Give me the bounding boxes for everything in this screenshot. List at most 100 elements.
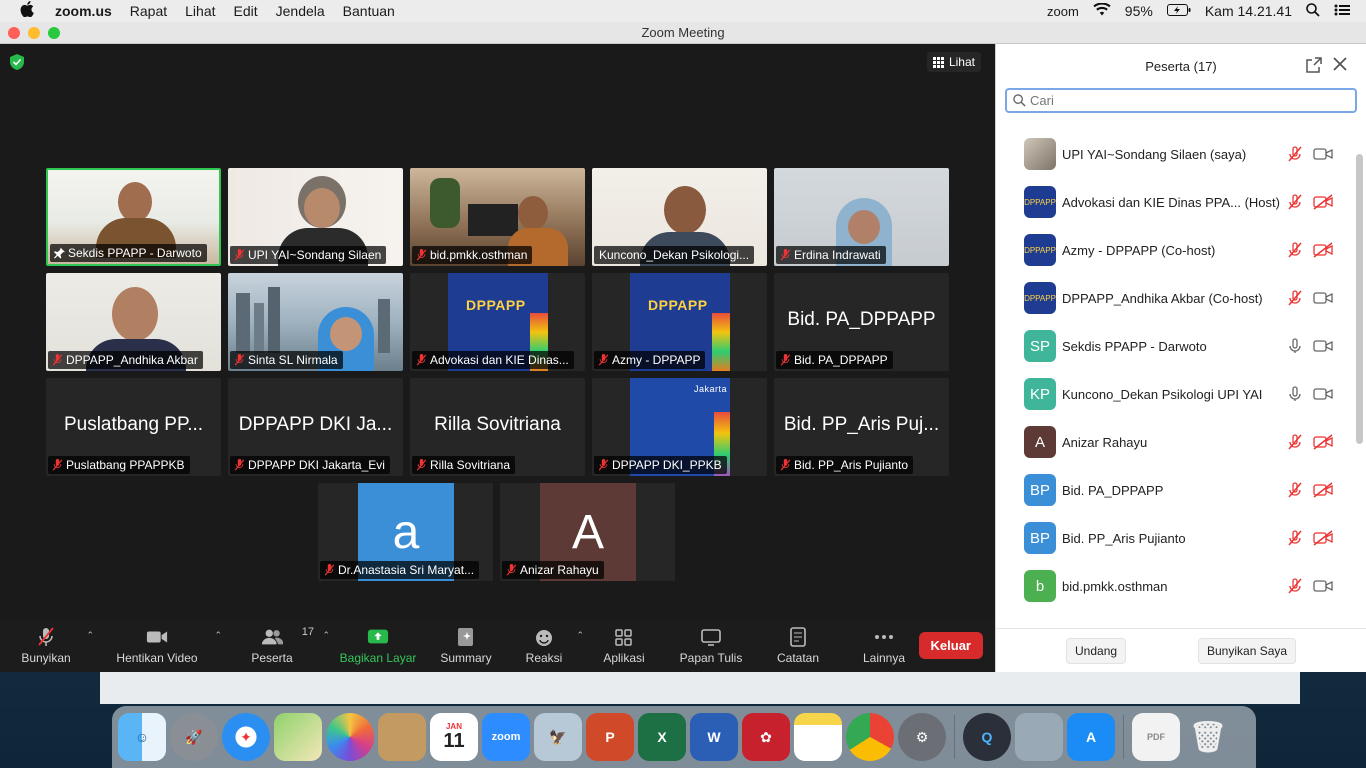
muted-mic-icon[interactable] bbox=[1287, 578, 1303, 594]
participant-row[interactable]: KP Kuncono_Dekan Psikologi UPI YAI bbox=[996, 370, 1353, 418]
popout-icon[interactable] bbox=[1306, 57, 1322, 73]
photos-icon[interactable] bbox=[326, 713, 374, 761]
muted-mic-icon[interactable] bbox=[1287, 146, 1303, 162]
powerpoint-icon[interactable]: P bbox=[586, 713, 634, 761]
preview-icon[interactable]: 🦅 bbox=[534, 713, 582, 761]
participant-row[interactable]: b bid.pmkk.osthman bbox=[996, 562, 1353, 610]
video-tile[interactable]: DPPAPP_Andhika Akbar bbox=[46, 273, 221, 371]
minimize-window-button[interactable] bbox=[28, 27, 40, 39]
video-tile[interactable]: Puslatbang PP... Puslatbang PPAPPKB bbox=[46, 378, 221, 476]
app-store-icon[interactable]: A bbox=[1067, 713, 1115, 761]
finder-icon[interactable]: ☺ bbox=[118, 713, 166, 761]
system-preferences-icon[interactable]: ⚙ bbox=[898, 713, 946, 761]
participant-row[interactable]: SP Sekdis PPAPP - Darwoto bbox=[996, 322, 1353, 370]
excel-icon[interactable]: X bbox=[638, 713, 686, 761]
menu-rapat[interactable]: Rapat bbox=[121, 3, 176, 19]
participant-row[interactable]: DPPAPP DPPAPP_Andhika Akbar (Co-host) bbox=[996, 274, 1353, 322]
chrome-icon[interactable] bbox=[846, 713, 894, 761]
safari-icon[interactable]: ✦ bbox=[222, 713, 270, 761]
video-off-icon[interactable] bbox=[1313, 530, 1333, 546]
video-camera-icon[interactable] bbox=[1313, 290, 1333, 306]
fullscreen-window-button[interactable] bbox=[48, 27, 60, 39]
mute-button[interactable]: Bunyikan ⌃ bbox=[8, 620, 94, 672]
spotlight-icon[interactable] bbox=[1306, 2, 1320, 20]
apps-button[interactable]: Aplikasi bbox=[596, 620, 652, 672]
close-window-button[interactable] bbox=[8, 27, 20, 39]
video-tile[interactable]: Kuncono_Dekan Psikologi... bbox=[592, 168, 767, 266]
view-button[interactable]: Lihat bbox=[926, 52, 981, 72]
muted-mic-icon[interactable] bbox=[1287, 482, 1303, 498]
maps-icon[interactable] bbox=[274, 713, 322, 761]
video-off-icon[interactable] bbox=[1313, 242, 1333, 258]
wifi-icon[interactable] bbox=[1093, 2, 1111, 19]
participant-row[interactable]: DPPAPP Azmy - DPPAPP (Co-host) bbox=[996, 226, 1353, 274]
stop-video-button[interactable]: Hentikan Video ⌃ bbox=[98, 620, 222, 672]
reactions-button[interactable]: Reaksi ⌃ bbox=[516, 620, 584, 672]
summary-button[interactable]: Summary bbox=[434, 620, 498, 672]
menu-jendela[interactable]: Jendela bbox=[267, 3, 334, 19]
participant-row[interactable]: UPI YAI~Sondang Silaen (saya) bbox=[996, 130, 1353, 178]
image-capture-icon[interactable] bbox=[1015, 713, 1063, 761]
search-input[interactable] bbox=[1030, 93, 1330, 108]
close-icon[interactable] bbox=[1332, 56, 1348, 72]
chevron-up-icon[interactable]: ⌃ bbox=[214, 630, 222, 641]
chevron-up-icon[interactable]: ⌃ bbox=[86, 630, 94, 641]
video-tile[interactable]: Bid. PP_Aris Puj... Bid. PP_Aris Pujiant… bbox=[774, 378, 949, 476]
participants-button[interactable]: Peserta 17 ⌃ bbox=[232, 620, 330, 672]
video-tile[interactable]: Jakarta DPPAPP DKI_PPKB bbox=[592, 378, 767, 476]
video-tile[interactable]: Bid. PA_DPPAPP Bid. PA_DPPAPP bbox=[774, 273, 949, 371]
muted-mic-icon[interactable] bbox=[1287, 530, 1303, 546]
video-tile[interactable]: A Anizar Rahayu bbox=[500, 483, 675, 581]
video-off-icon[interactable] bbox=[1313, 434, 1333, 450]
participant-row[interactable]: A Anizar Rahayu bbox=[996, 418, 1353, 466]
participant-row[interactable]: DPPAPP Advokasi dan KIE Dinas PPA... (Ho… bbox=[996, 178, 1353, 226]
app-menu[interactable]: zoom.us bbox=[46, 3, 121, 19]
unmute-me-button[interactable]: Bunyikan Saya bbox=[1198, 638, 1297, 664]
mic-icon[interactable] bbox=[1287, 338, 1303, 354]
participant-row[interactable]: BP Bid. PP_Aris Pujianto bbox=[996, 514, 1353, 562]
menu-lihat[interactable]: Lihat bbox=[176, 3, 224, 19]
participant-list-scrollbar[interactable] bbox=[1356, 154, 1363, 444]
muted-mic-icon[interactable] bbox=[1287, 290, 1303, 306]
video-camera-icon[interactable] bbox=[1313, 578, 1333, 594]
muted-mic-icon[interactable] bbox=[1287, 434, 1303, 450]
menu-edit[interactable]: Edit bbox=[225, 3, 267, 19]
video-tile[interactable]: Sinta SL Nirmala bbox=[228, 273, 403, 371]
menu-bantuan[interactable]: Bantuan bbox=[334, 3, 404, 19]
video-off-icon[interactable] bbox=[1313, 194, 1333, 210]
chevron-up-icon[interactable]: ⌃ bbox=[576, 630, 584, 641]
invite-button[interactable]: Undang bbox=[1066, 638, 1127, 664]
video-tile[interactable]: Erdina Indrawati bbox=[774, 168, 949, 266]
zoom-status-item[interactable]: zoom bbox=[1047, 4, 1079, 19]
apple-icon[interactable] bbox=[8, 0, 46, 22]
quicktime-icon[interactable]: Q bbox=[963, 713, 1011, 761]
video-tile[interactable]: DPPAPP Advokasi dan KIE Dinas... bbox=[410, 273, 585, 371]
share-screen-button[interactable]: Bagikan Layar bbox=[334, 620, 422, 672]
control-center-icon[interactable] bbox=[1334, 3, 1350, 19]
participant-row[interactable]: BP Bid. PA_DPPAPP bbox=[996, 466, 1353, 514]
leave-button[interactable]: Keluar bbox=[918, 632, 983, 659]
shield-icon[interactable] bbox=[10, 54, 24, 70]
chevron-up-icon[interactable]: ⌃ bbox=[322, 630, 330, 641]
video-tile[interactable]: Rilla Sovitriana Rilla Sovitriana bbox=[410, 378, 585, 476]
trash-icon[interactable]: 🗑 bbox=[1184, 713, 1232, 761]
mendeley-icon[interactable]: ✿ bbox=[742, 713, 790, 761]
calendar-icon[interactable]: JAN 11 bbox=[430, 713, 478, 761]
pdf-document-icon[interactable]: PDF bbox=[1132, 713, 1180, 761]
video-tile[interactable]: DPPAPP Azmy - DPPAPP bbox=[592, 273, 767, 371]
muted-mic-icon[interactable] bbox=[1287, 194, 1303, 210]
battery-icon[interactable] bbox=[1166, 3, 1191, 19]
contacts-icon[interactable] bbox=[378, 713, 426, 761]
word-icon[interactable]: W bbox=[690, 713, 738, 761]
video-off-icon[interactable] bbox=[1313, 482, 1333, 498]
mic-icon[interactable] bbox=[1287, 386, 1303, 402]
video-tile[interactable]: a Dr.Anastasia Sri Maryat... bbox=[318, 483, 493, 581]
video-tile[interactable]: UPI YAI~Sondang Silaen bbox=[228, 168, 403, 266]
video-tile[interactable]: DPPAPP DKI Ja... DPPAPP DKI Jakarta_Evi bbox=[228, 378, 403, 476]
whiteboard-button[interactable]: Papan Tulis bbox=[674, 620, 748, 672]
video-camera-icon[interactable] bbox=[1313, 338, 1333, 354]
clock[interactable]: Kam 14.21.41 bbox=[1205, 3, 1292, 19]
video-camera-icon[interactable] bbox=[1313, 386, 1333, 402]
video-tile[interactable]: bid.pmkk.osthman bbox=[410, 168, 585, 266]
muted-mic-icon[interactable] bbox=[1287, 242, 1303, 258]
